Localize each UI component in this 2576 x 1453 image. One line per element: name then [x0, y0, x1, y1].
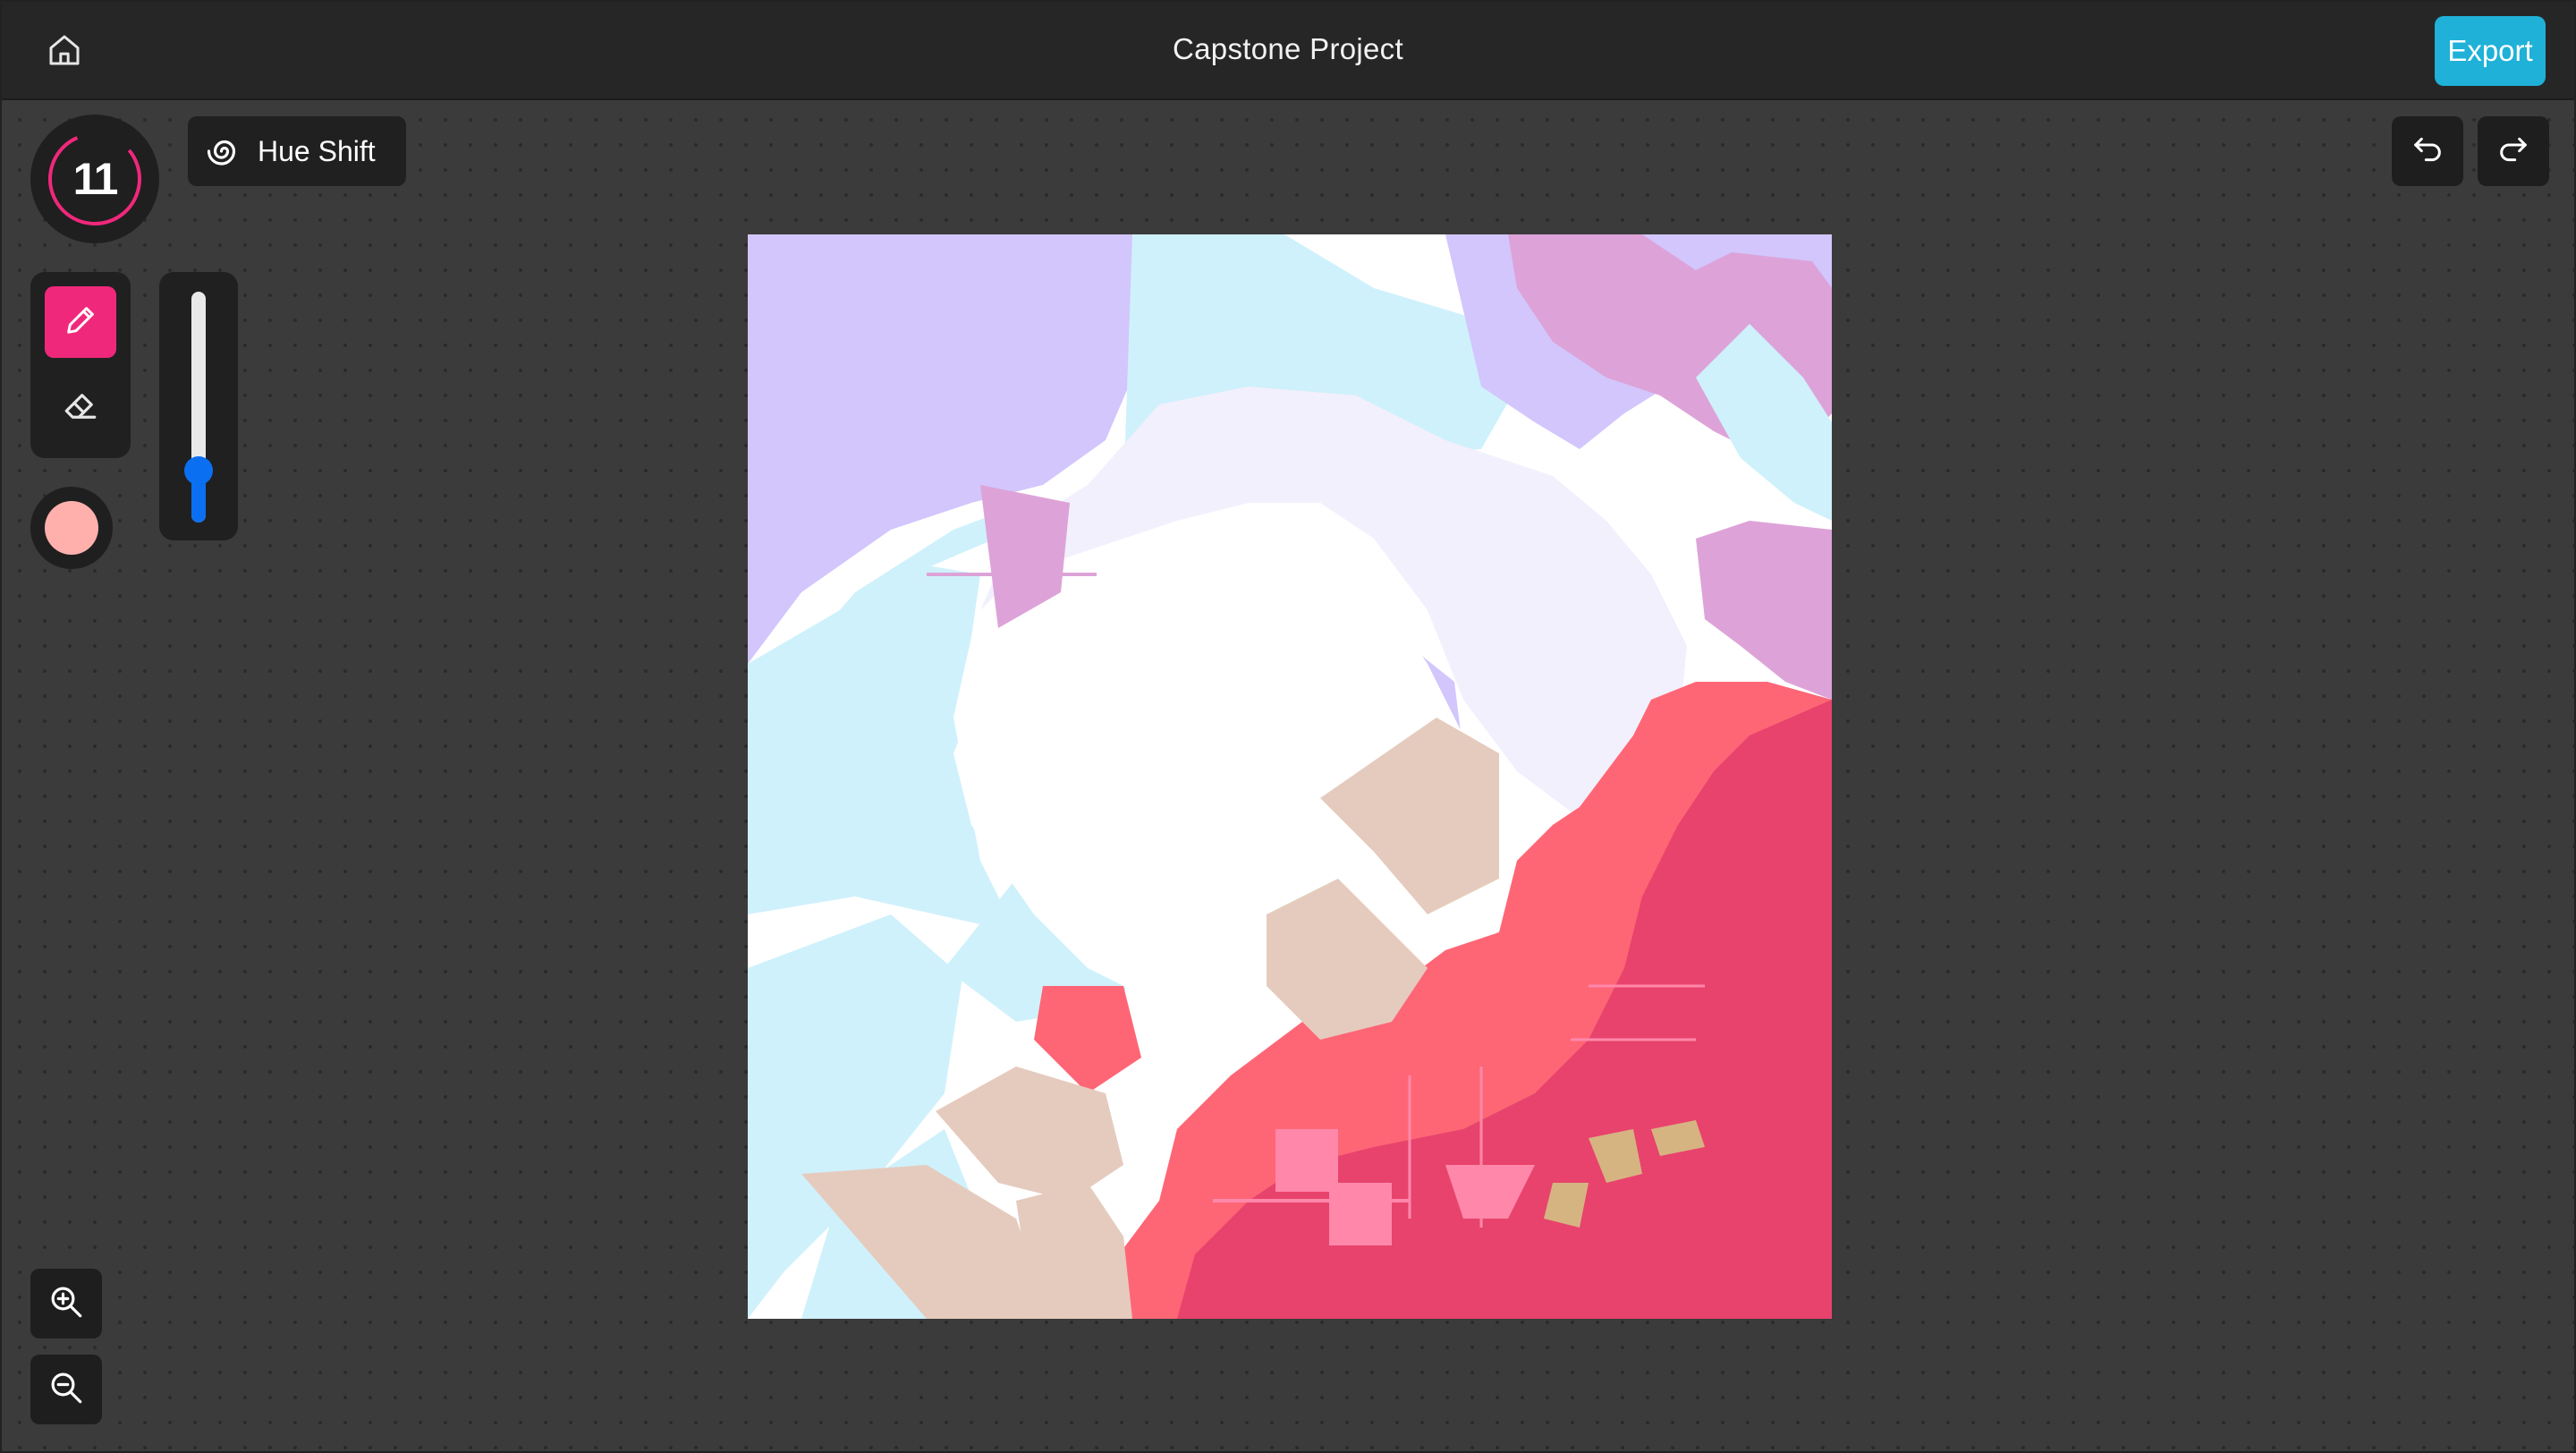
eraser-icon	[62, 387, 99, 429]
hue-shift-label: Hue Shift	[258, 134, 376, 167]
zoom-out-button[interactable]	[30, 1355, 102, 1424]
pencil-tool-button[interactable]	[45, 286, 116, 358]
drawing-canvas[interactable]	[748, 234, 1832, 1319]
top-bar: Capstone Project Export	[2, 2, 2574, 100]
spiral-icon	[204, 131, 245, 172]
brush-size-slider[interactable]	[159, 272, 238, 540]
brush-size-indicator: 11	[30, 115, 159, 243]
zoom-out-icon	[47, 1369, 85, 1411]
hue-shift-button[interactable]: Hue Shift	[188, 116, 406, 186]
current-color-swatch	[45, 501, 98, 555]
project-title: Capstone Project	[1173, 32, 1403, 65]
eraser-tool-button[interactable]	[45, 372, 116, 444]
undo-button[interactable]	[2392, 116, 2463, 186]
tool-panel	[30, 272, 131, 458]
color-picker-button[interactable]	[30, 487, 113, 569]
zoom-in-button[interactable]	[30, 1269, 102, 1338]
redo-icon	[2496, 132, 2531, 172]
export-button[interactable]: Export	[2435, 16, 2546, 86]
zoom-in-icon	[47, 1283, 85, 1325]
slider-thumb[interactable]	[184, 456, 213, 486]
brush-size-value: 11	[72, 154, 119, 204]
undo-icon	[2410, 132, 2445, 172]
app-window: Capstone Project Export 11 Hue Shift	[0, 0, 2576, 1453]
redo-button[interactable]	[2478, 116, 2549, 186]
canvas-artwork	[748, 234, 1832, 1319]
pencil-icon	[63, 302, 98, 343]
